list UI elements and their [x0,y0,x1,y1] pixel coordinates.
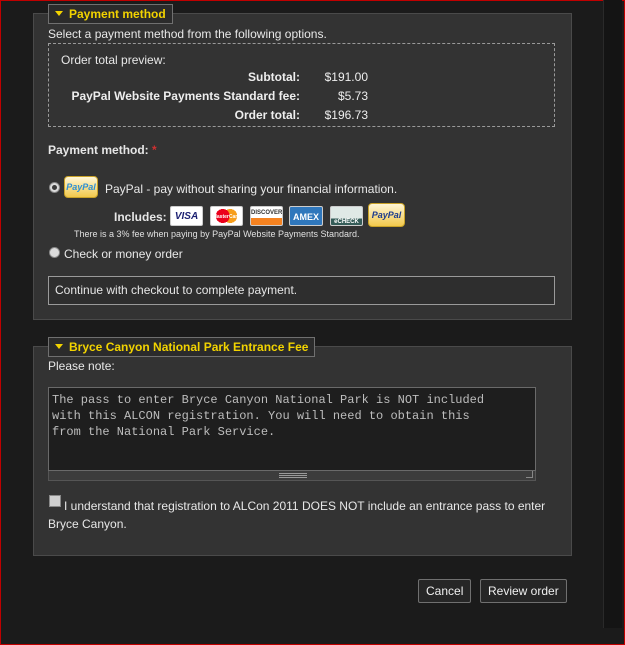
echeck-card-icon: eCHECK [330,206,363,226]
textarea-resize-grip[interactable] [48,471,536,481]
collapse-triangle-icon [55,11,63,17]
paypal-badge-pay: Pay [66,182,83,192]
check-money-order-radio[interactable] [49,247,60,258]
subtotal-value: $191.00 [324,70,368,84]
collapse-triangle-icon [55,344,63,350]
checkout-info-box: Continue with checkout to complete payme… [48,276,555,305]
mastercard-card-icon: MasterCard [210,206,243,226]
page-scrollbar-gutter [603,0,622,628]
subtotal-label: Subtotal: [248,70,300,84]
order-total-preview: Order total preview: Subtotal: $191.00 P… [48,43,555,127]
payment-intro-text: Select a payment method from the followi… [48,27,327,41]
includes-label: Includes: [114,210,167,224]
paypal-badge-pal: Pal [82,182,96,192]
required-mark: * [152,143,157,157]
bryce-canyon-legend-label: Bryce Canyon National Park Entrance Fee [69,340,309,354]
bryce-agree-line-1: I understand that registration to ALCon … [64,499,546,513]
discover-card-icon: DISCOVER [250,206,283,226]
payment-method-legend-label: Payment method [69,7,166,21]
check-money-order-label[interactable]: Check or money order [64,247,183,261]
order-total-label: Order total: [234,108,300,122]
paypal-card-icon: PayPal [368,203,405,227]
bryce-agree-label[interactable]: I understand that registration to ALCon … [48,497,560,533]
paypal-radio[interactable] [49,182,60,193]
payment-method-label: Payment method: * [48,143,157,157]
bryce-agree-checkbox[interactable] [49,495,61,507]
paypal-fee-note: There is a 3% fee when paying by PayPal … [74,229,360,239]
bryce-agree-line-2: Bryce Canyon. [48,517,127,531]
paypal-option-label[interactable]: PayPal - pay without sharing your financ… [105,182,397,196]
resize-corner-icon[interactable] [526,471,533,478]
please-note-label: Please note: [48,359,115,373]
payment-method-label-text: Payment method: [48,143,149,157]
order-total-value: $196.73 [324,108,368,122]
paypal-logo-icon: PayPal [64,176,98,198]
bryce-canyon-legend[interactable]: Bryce Canyon National Park Entrance Fee [48,337,316,357]
review-order-button[interactable]: Review order [480,579,567,603]
paypal-fee-label: PayPal Website Payments Standard fee: [71,89,300,103]
payment-method-legend[interactable]: Payment method [48,4,173,24]
bryce-note-textarea[interactable]: The pass to enter Bryce Canyon National … [48,387,536,471]
amex-card-icon: AMEX [289,206,323,226]
checkout-info-text: Continue with checkout to complete payme… [55,283,298,297]
visa-card-icon: VISA [170,206,203,226]
order-preview-title: Order total preview: [61,53,166,67]
paypal-fee-value: $5.73 [337,89,368,103]
bryce-canyon-panel: Bryce Canyon National Park Entrance Fee … [33,337,572,556]
cancel-button[interactable]: Cancel [418,579,472,603]
payment-method-panel: Payment method Select a payment method f… [33,4,572,320]
